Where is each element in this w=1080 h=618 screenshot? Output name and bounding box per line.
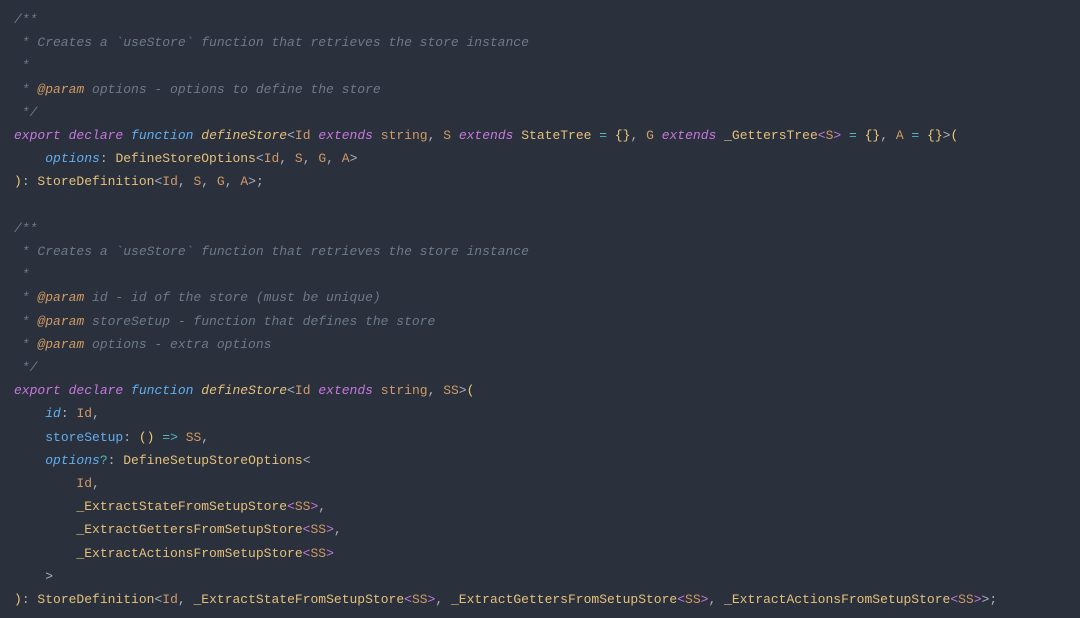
code-line: * @param options - extra options	[14, 337, 271, 352]
code-line: *	[14, 267, 30, 282]
code-line: * @param options - options to define the…	[14, 82, 381, 97]
code-line: */	[14, 105, 37, 120]
code-line: /**	[14, 12, 37, 27]
code-line: */	[14, 360, 37, 375]
code-line: * Creates a `useStore` function that ret…	[14, 35, 529, 50]
code-line: _ExtractStateFromSetupStore<SS>,	[14, 499, 326, 514]
code-line: * Creates a `useStore` function that ret…	[14, 244, 529, 259]
code-line: ): StoreDefinition<Id, S, G, A>;	[14, 174, 264, 189]
code-line: export declare function defineStore<Id e…	[14, 128, 958, 143]
code-line: options?: DefineSetupStoreOptions<	[14, 453, 311, 468]
code-line: options: DefineStoreOptions<Id, S, G, A>	[14, 151, 357, 166]
code-line: /**	[14, 221, 37, 236]
code-line: Id,	[14, 476, 100, 491]
code-line: ): StoreDefinition<Id, _ExtractStateFrom…	[14, 592, 997, 607]
code-line: id: Id,	[14, 406, 100, 421]
code-line: storeSetup: () => SS,	[14, 430, 209, 445]
code-line: * @param id - id of the store (must be u…	[14, 290, 381, 305]
code-line: >	[14, 569, 53, 584]
code-line: _ExtractGettersFromSetupStore<SS>,	[14, 522, 342, 537]
code-line: _ExtractActionsFromSetupStore<SS>	[14, 546, 334, 561]
code-line: * @param storeSetup - function that defi…	[14, 314, 435, 329]
code-line: export declare function defineStore<Id e…	[14, 383, 474, 398]
code-line: *	[14, 58, 30, 73]
code-editor[interactable]: /** * Creates a `useStore` function that…	[0, 0, 1080, 618]
